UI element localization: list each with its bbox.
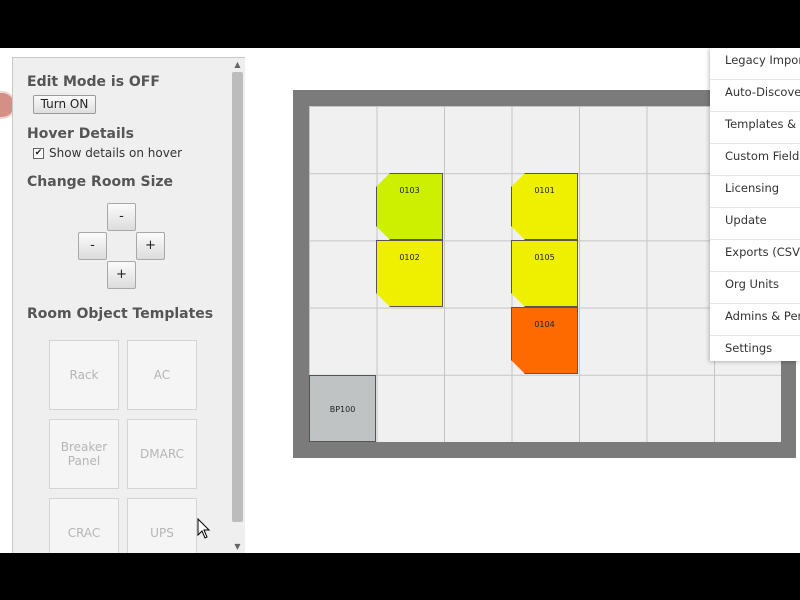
rack-0101[interactable]: 0101 — [511, 173, 578, 240]
menu-item-settings[interactable]: Settings — [710, 336, 800, 368]
room-object-templates-title: Room Object Templates — [27, 306, 214, 322]
menu-item-update[interactable]: Update — [710, 208, 800, 240]
room-size-left-button[interactable]: - — [78, 232, 107, 260]
left-panel: Edit Mode is OFF Turn ON Hover Details ✔… — [12, 57, 245, 553]
scrollbar-thumb[interactable] — [232, 72, 243, 522]
menu-item-custom-fields[interactable]: Custom Fields — [710, 144, 800, 176]
panel-scrollbar[interactable]: ▲ ▼ — [230, 58, 245, 553]
template-dmarc[interactable]: DMARC — [127, 419, 197, 489]
menu-item-licensing[interactable]: Licensing — [710, 176, 800, 208]
hover-checkbox[interactable]: ✔ — [33, 147, 44, 159]
change-room-size-title: Change Room Size — [27, 174, 174, 190]
scroll-down-arrow-icon[interactable]: ▼ — [230, 542, 245, 552]
main-viewport: Edit Mode is OFF Turn ON Hover Details ✔… — [0, 48, 800, 553]
rack-0105[interactable]: 0105 — [511, 240, 578, 307]
panel-content: Edit Mode is OFF Turn ON Hover Details ✔… — [13, 58, 229, 553]
mouse-cursor-icon — [197, 518, 211, 539]
edit-mode-title: Edit Mode is OFF — [27, 74, 160, 90]
menu-item-legacy-import[interactable]: Legacy Import — [710, 48, 800, 80]
breaker-panel-bp100[interactable]: BP100 — [309, 375, 376, 442]
rack-0104[interactable]: 0104 — [511, 307, 578, 374]
template-breaker-panel[interactable]: Breaker Panel — [49, 419, 119, 489]
template-rack[interactable]: Rack — [49, 340, 119, 410]
hover-checkbox-row[interactable]: ✔ Show details on hover — [33, 146, 182, 160]
template-ups[interactable]: UPS — [127, 498, 197, 553]
menu-item-admins[interactable]: Admins & Permissions — [710, 304, 800, 336]
menu-item-exports[interactable]: Exports (CSV) — [710, 240, 800, 272]
hover-checkbox-label: Show details on hover — [49, 146, 183, 160]
menu-item-auto-discovery[interactable]: Auto-Discovery — [710, 80, 800, 112]
template-crac[interactable]: CRAC — [49, 498, 119, 553]
menu-item-templates[interactable]: Templates & Profiles — [710, 112, 800, 144]
scroll-up-arrow-icon[interactable]: ▲ — [230, 60, 245, 70]
room-size-up-button[interactable]: - — [107, 203, 136, 231]
turn-on-button[interactable]: Turn ON — [33, 95, 96, 114]
room-size-down-button[interactable]: + — [107, 261, 136, 289]
template-ac[interactable]: AC — [127, 340, 197, 410]
menu-item-org-units[interactable]: Org Units — [710, 272, 800, 304]
rack-0103[interactable]: 0103 — [376, 173, 443, 240]
rack-0102[interactable]: 0102 — [376, 240, 443, 307]
hover-details-title: Hover Details — [27, 126, 134, 142]
room-size-right-button[interactable]: + — [136, 232, 165, 260]
admin-dropdown-menu: Legacy Import Auto-Discovery Templates &… — [710, 48, 800, 361]
